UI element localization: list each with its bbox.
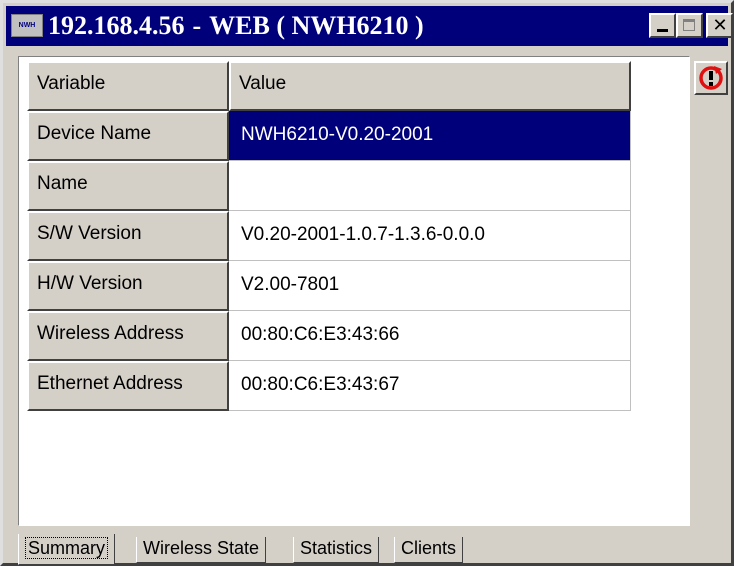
- row-label: S/W Version: [27, 211, 229, 261]
- close-button[interactable]: ✕: [706, 13, 733, 38]
- maximize-button[interactable]: [676, 13, 703, 38]
- row-value[interactable]: V0.20-2001-1.0.7-1.3.6-0.0.0: [229, 211, 631, 261]
- row-label: H/W Version: [27, 261, 229, 311]
- tab-label: Summary: [25, 537, 109, 559]
- tab-label: Wireless State: [143, 538, 260, 558]
- title-device-name: WEB ( NWH6210 ): [209, 11, 424, 40]
- tab-label: Statistics: [300, 538, 373, 558]
- tab-label: Clients: [401, 538, 457, 558]
- row-value[interactable]: 00:80:C6:E3:43:66: [229, 311, 631, 361]
- row-value[interactable]: V2.00-7801: [229, 261, 631, 311]
- row-label: Name: [27, 161, 229, 211]
- row-label: Wireless Address: [27, 311, 229, 361]
- title-separator: -: [192, 11, 202, 40]
- row-label: Ethernet Address: [27, 361, 229, 411]
- title-bar[interactable]: NWH 192.168.4.56- WEB ( NWH6210 ) ✕: [6, 6, 733, 46]
- column-header-variable[interactable]: Variable: [27, 61, 229, 111]
- summary-panel: Variable Value Device Name NWH6210-V0.20…: [18, 56, 690, 526]
- title-ip: 192.168.4.56: [48, 11, 185, 40]
- content-area: Variable Value Device Name NWH6210-V0.20…: [6, 46, 728, 565]
- window-title: 192.168.4.56- WEB ( NWH6210 ): [48, 10, 424, 42]
- app-window: NWH 192.168.4.56- WEB ( NWH6210 ) ✕ Varia…: [0, 0, 734, 566]
- tab-summary[interactable]: Summary: [18, 534, 116, 565]
- row-value[interactable]: NWH6210-V0.20-2001: [229, 111, 631, 161]
- maximize-icon: [683, 19, 695, 31]
- minimize-button[interactable]: [649, 13, 676, 38]
- app-icon[interactable]: NWH: [11, 14, 43, 37]
- tab-clients[interactable]: Clients: [394, 537, 464, 563]
- refresh-icon: [699, 66, 723, 90]
- tab-statistics[interactable]: Statistics: [293, 537, 380, 563]
- row-value[interactable]: 00:80:C6:E3:43:67: [229, 361, 631, 411]
- row-value[interactable]: [229, 161, 631, 211]
- close-icon: ✕: [712, 15, 728, 36]
- column-header-value[interactable]: Value: [229, 61, 631, 111]
- minimize-icon: [657, 29, 668, 32]
- refresh-button[interactable]: [694, 61, 728, 95]
- tab-wireless-state[interactable]: Wireless State: [136, 537, 267, 563]
- row-label: Device Name: [27, 111, 229, 161]
